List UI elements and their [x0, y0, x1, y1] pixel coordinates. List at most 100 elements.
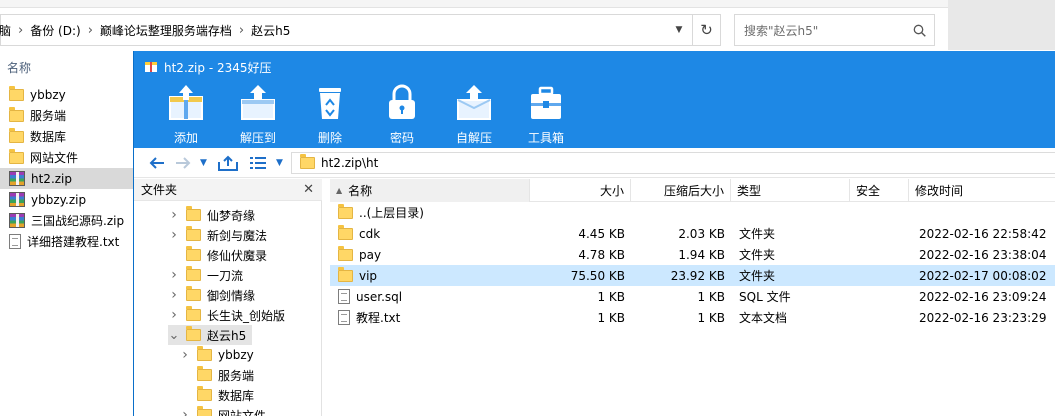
file-row[interactable]: pay 4.78 KB 1.94 KB 文件夹 2022-02-16 23:38:04 — [330, 244, 1055, 265]
tree-item-label: 赵云h5 — [207, 328, 247, 343]
list-item[interactable]: ybbzy — [0, 84, 133, 105]
folder-icon — [9, 148, 24, 164]
explorer-frame — [948, 0, 1055, 50]
file-modified-text: 2022-02-16 23:38:04 — [919, 247, 1047, 262]
forward-arrow-icon[interactable] — [175, 148, 191, 178]
column-label: 名称 — [348, 184, 373, 198]
column-label: 修改时间 — [915, 184, 964, 198]
file-name-text: cdk — [359, 226, 381, 241]
recycle-bin-icon — [319, 88, 341, 119]
password-button[interactable]: 密码 — [370, 83, 434, 148]
file-row[interactable]: ..(上层目录) — [330, 202, 1055, 223]
column-header-name[interactable]: ▲ 名称 — [330, 179, 530, 202]
folder-icon — [197, 406, 212, 416]
file-row[interactable]: 教程.txt 1 KB 1 KB 文本文档 2022-02-16 23:23:29 — [330, 307, 1055, 328]
list-item[interactable]: 详细搭建教程.txt — [0, 231, 133, 252]
address-history-dropdown[interactable]: ▼ — [665, 14, 693, 46]
tree-item[interactable]: › 仙梦奇缘 — [168, 205, 261, 225]
file-icon — [338, 289, 350, 304]
password-button-label: 密码 — [389, 131, 414, 145]
zip-titlebar[interactable]: ht2.zip - 2345好压 — [134, 51, 1055, 83]
chevron-right-icon[interactable]: › — [179, 347, 191, 363]
column-header-name[interactable]: 名称 — [7, 59, 31, 76]
chevron-right-icon[interactable]: › — [168, 287, 180, 303]
item-name: ybbzy.zip — [31, 192, 87, 207]
chevron-right-icon[interactable]: › — [168, 227, 180, 243]
file-size-text: 4.45 KB — [578, 226, 625, 241]
file-cell-safety — [850, 265, 909, 286]
file-cell-packed — [631, 202, 731, 223]
chevron-right-icon[interactable]: › — [168, 267, 180, 283]
folder-icon — [186, 306, 201, 321]
up-folder-icon[interactable] — [218, 148, 238, 178]
column-header-safety[interactable]: 安全 — [850, 179, 909, 202]
file-modified-text: 2022-02-16 23:09:24 — [919, 289, 1047, 304]
view-dropdown-icon[interactable]: ▼ — [276, 148, 283, 178]
chevron-down-icon[interactable]: ⌄ — [168, 328, 180, 343]
explorer-search-box[interactable]: 搜索"赵云h5" — [734, 14, 935, 46]
list-item[interactable]: 网站文件 — [0, 147, 133, 168]
column-header-type[interactable]: 类型 — [731, 179, 850, 202]
breadcrumb-item[interactable]: 备份 (D:) — [30, 22, 80, 39]
tree-item[interactable]: 服务端 — [179, 365, 260, 385]
explorer-ribbon-strip — [0, 0, 948, 8]
file-row-selected[interactable]: vip 75.50 KB 23.92 KB 文件夹 2022-02-17 00:08:0… — [330, 265, 1055, 286]
list-item[interactable]: 数据库 — [0, 126, 133, 147]
column-header-packed-size[interactable]: 压缩后大小 — [631, 179, 731, 202]
column-header-modified[interactable]: 修改时间 — [909, 179, 1055, 202]
list-item-selected[interactable]: ht2.zip — [0, 168, 133, 189]
tree-item[interactable]: › 长生诀_创始版 — [168, 305, 291, 325]
view-list-icon[interactable] — [249, 148, 267, 178]
folder-tree-pane: 文件夹 ✕ › 仙梦奇缘 › 新剑与魔法 修仙伏魔录 › 一刀流 › 御剑情缘 › 长生诀_创始版 ⌄… — [134, 179, 322, 416]
archive-path-bar[interactable]: ht2.zip\ht — [291, 152, 1055, 174]
folder-icon — [9, 85, 24, 101]
close-icon[interactable]: ✕ — [303, 182, 314, 197]
chevron-right-icon: › — [18, 22, 24, 38]
zip-icon — [9, 192, 25, 207]
breadcrumb-item[interactable]: 赵云h5 — [251, 22, 290, 39]
file-cell-type: 文件夹 — [731, 244, 850, 265]
navigation-bar: ▼ ▼ ht2.zip\ht — [134, 148, 1055, 178]
list-item[interactable]: 三国战纪源码.zip — [0, 210, 133, 231]
list-item[interactable]: 服务端 — [0, 105, 133, 126]
tree-item[interactable]: 数据库 — [179, 385, 260, 405]
tree-item-label: 御剑情缘 — [207, 288, 256, 303]
history-dropdown-icon[interactable]: ▼ — [200, 148, 207, 178]
tree-item[interactable]: › 一刀流 — [168, 265, 249, 285]
list-item[interactable]: ybbzy.zip — [0, 189, 133, 210]
column-header-size[interactable]: 大小 — [530, 179, 631, 202]
breadcrumb-item[interactable]: 脑 — [0, 22, 11, 39]
extract-icon — [241, 85, 275, 120]
chevron-right-icon[interactable]: › — [168, 307, 180, 323]
search-placeholder: 搜索"赵云h5" — [744, 23, 819, 38]
explorer-address-bar[interactable]: 脑 › 备份 (D:) › 巅峰论坛整理服务端存档 › 赵云h5 — [0, 14, 693, 46]
tree-item[interactable]: › 新剑与魔法 — [168, 225, 273, 245]
delete-button[interactable]: 删除 — [298, 83, 362, 148]
breadcrumb-item[interactable]: 巅峰论坛整理服务端存档 — [100, 22, 232, 39]
toolbox-button[interactable]: 工具箱 — [514, 83, 578, 148]
file-cell-safety — [850, 307, 909, 328]
tree-item[interactable]: › 御剑情缘 — [168, 285, 261, 305]
column-label: 安全 — [856, 184, 881, 198]
file-row[interactable]: user.sql 1 KB 1 KB SQL 文件 2022-02-16 23:09:2… — [330, 286, 1055, 307]
tree-item[interactable]: › 网站文件 — [179, 405, 272, 416]
file-name-text: vip — [359, 268, 378, 283]
chevron-right-icon[interactable]: › — [168, 207, 180, 223]
extract-to-button[interactable]: 解压到 — [226, 83, 290, 148]
refresh-button[interactable]: ↻ — [693, 14, 721, 46]
back-arrow-icon[interactable] — [149, 148, 165, 178]
file-row[interactable]: cdk 4.45 KB 2.03 KB 文件夹 2022-02-16 22:58:42 — [330, 223, 1055, 244]
tree-item-selected[interactable]: ⌄ 赵云h5 — [168, 325, 253, 345]
self-extract-button[interactable]: 自解压 — [442, 83, 506, 148]
chevron-right-icon[interactable]: › — [179, 407, 191, 416]
tree-item[interactable]: 修仙伏魔录 — [168, 245, 273, 265]
file-cell-packed: 1 KB — [631, 307, 731, 328]
add-button[interactable]: 添加 — [154, 83, 218, 148]
folder-icon — [186, 246, 201, 261]
file-size-text: 1 KB — [597, 310, 625, 325]
file-cell-name: cdk — [330, 223, 530, 244]
zip-icon — [9, 171, 25, 186]
file-name-text: 教程.txt — [356, 311, 401, 325]
text-file-icon — [338, 310, 350, 325]
tree-item[interactable]: › ybbzy — [179, 345, 260, 365]
